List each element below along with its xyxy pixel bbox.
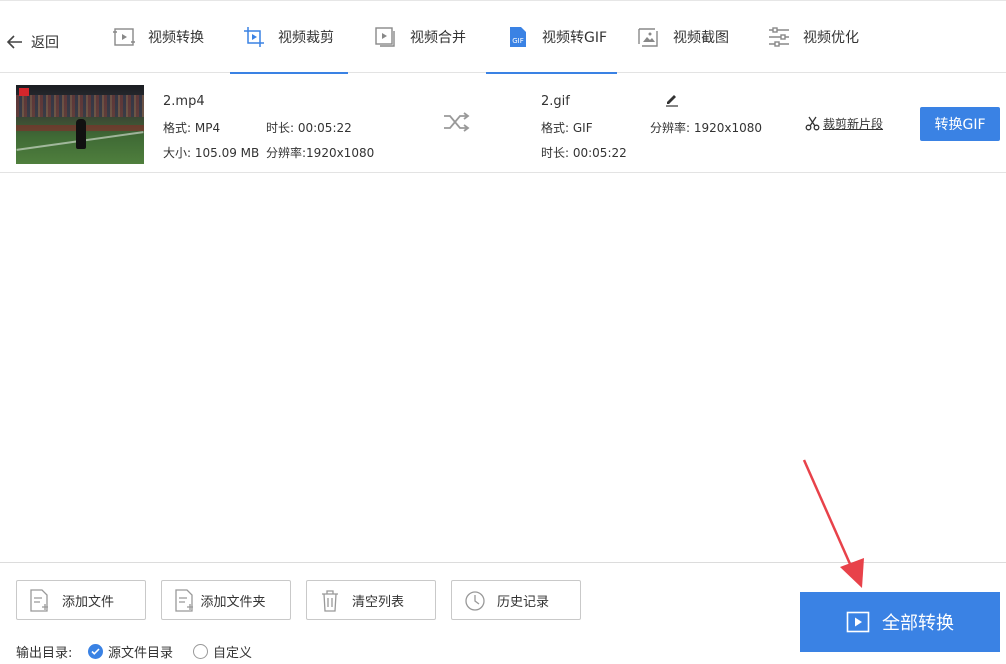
- source-resolution: 分辨率:1920x1080: [266, 146, 375, 160]
- output-dir-label: 输出目录:: [16, 646, 73, 661]
- add-folder-label: 添加文件夹: [200, 594, 266, 610]
- cut-new-segment-label: 裁剪新片段: [823, 117, 884, 131]
- output-format: 格式: GIF: [541, 121, 593, 135]
- add-folder-button[interactable]: 添加文件夹: [161, 580, 291, 620]
- tab-label: 视频合并: [410, 30, 466, 46]
- add-file-button[interactable]: 添加文件: [16, 580, 146, 620]
- broadcast-logo: [19, 88, 29, 96]
- output-resolution: 分辨率: 1920x1080: [650, 121, 763, 135]
- back-label: 返回: [31, 35, 59, 51]
- tab-video-screenshot[interactable]: 视频截图: [637, 1, 729, 73]
- video-merge-icon: [375, 27, 395, 47]
- convert-all-button[interactable]: 全部转换: [800, 592, 1000, 652]
- top-nav: 返回 视频转换 视频裁剪 视频合并 GIF 视频转GIF 视频截图 视频优化: [0, 0, 1006, 74]
- cut-new-segment-link[interactable]: 裁剪新片段: [805, 115, 883, 132]
- output-duration: 时长: 00:05:22: [541, 146, 627, 160]
- radio-checked-icon: [88, 644, 103, 659]
- annotation-arrow: [802, 459, 864, 588]
- source-duration: 时长: 00:05:22: [266, 121, 352, 135]
- image-icon: [638, 28, 658, 47]
- convert-all-label: 全部转换: [882, 613, 954, 634]
- scissors-icon: [805, 116, 820, 131]
- convert-gif-button[interactable]: 转换GIF: [920, 107, 1000, 141]
- tab-label: 视频转换: [148, 30, 204, 46]
- radio-custom-dir[interactable]: 自定义: [193, 642, 252, 661]
- gif-icon: GIF: [510, 27, 526, 47]
- shuffle-icon: [444, 112, 470, 132]
- history-button[interactable]: 历史记录: [451, 580, 581, 620]
- add-file-label: 添加文件: [61, 594, 114, 610]
- video-thumbnail: [16, 85, 144, 164]
- tab-label: 视频截图: [673, 30, 729, 46]
- output-file-name: 2.gif: [541, 94, 570, 109]
- arrow-left-icon: [6, 35, 22, 49]
- tab-video-convert[interactable]: 视频转换: [112, 1, 204, 73]
- tab-video-merge[interactable]: 视频合并: [374, 1, 466, 73]
- sliders-icon: [769, 27, 789, 47]
- radio-custom-dir-label: 自定义: [213, 646, 253, 661]
- source-format: 格式: MP4: [163, 121, 221, 135]
- gif-icon-badge: GIF: [512, 37, 524, 45]
- clear-list-label: 清空列表: [351, 594, 404, 610]
- tab-label: 视频转GIF: [542, 30, 608, 46]
- video-convert-icon: [113, 28, 135, 46]
- back-button[interactable]: 返回: [6, 29, 59, 55]
- tab-video-to-gif[interactable]: GIF 视频转GIF: [486, 1, 617, 74]
- video-crop-icon: [244, 27, 264, 47]
- radio-source-dir[interactable]: 源文件目录: [88, 642, 173, 661]
- source-size: 大小: 105.09 MB: [163, 146, 260, 160]
- play-icon: [846, 611, 870, 633]
- app-window: 返回 视频转换 视频裁剪 视频合并 GIF 视频转GIF 视频截图 视频优化 2…: [0, 0, 1006, 664]
- file-list-row[interactable]: 2.mp4 格式: MP4 时长: 00:05:22 大小: 105.09 MB…: [0, 73, 1006, 173]
- edit-pencil-icon[interactable]: [664, 91, 680, 107]
- tab-video-optimize[interactable]: 视频优化: [767, 1, 859, 73]
- radio-source-dir-label: 源文件目录: [108, 646, 174, 661]
- source-file-name: 2.mp4: [163, 94, 205, 109]
- history-label: 历史记录: [496, 594, 549, 610]
- tab-label: 视频裁剪: [278, 30, 334, 46]
- tab-video-crop[interactable]: 视频裁剪: [230, 1, 348, 74]
- tab-label: 视频优化: [803, 30, 859, 46]
- footer-divider: [0, 562, 1006, 563]
- clear-list-button[interactable]: 清空列表: [306, 580, 436, 620]
- radio-unchecked-icon: [193, 644, 208, 659]
